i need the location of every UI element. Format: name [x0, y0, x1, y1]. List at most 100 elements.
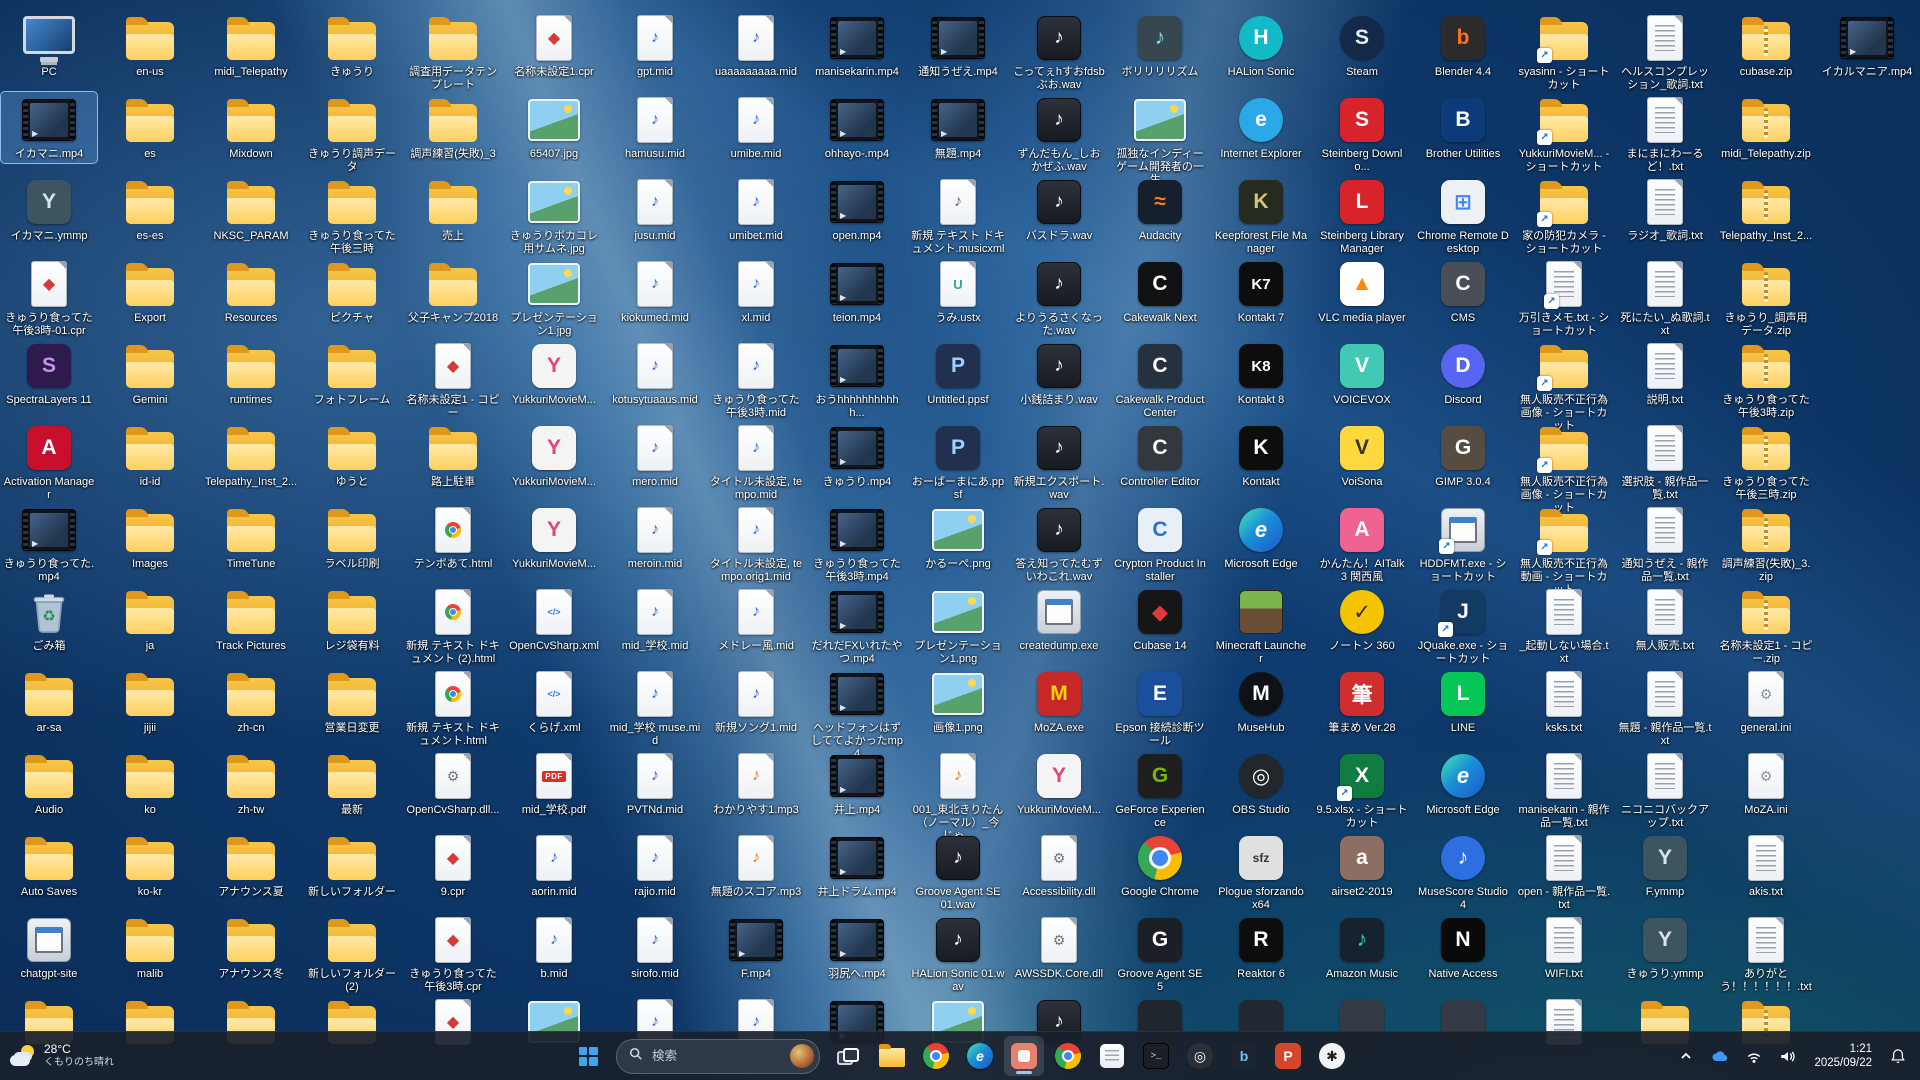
weather-widget[interactable]: 28°C くもりのち晴れ: [10, 1032, 114, 1080]
desktop-icon[interactable]: Mixdown: [203, 92, 299, 163]
desktop-icon[interactable]: CCrypton Product Installer: [1112, 502, 1208, 586]
desktop-icon[interactable]: 路上駐車: [405, 420, 501, 491]
taskbar-search[interactable]: [616, 1039, 820, 1074]
desktop-icon[interactable]: ksks.txt: [1516, 666, 1612, 737]
desktop-icon[interactable]: だれだFXいれたやつ.mp4: [809, 584, 905, 668]
desktop-icon[interactable]: manisekarin - 親作品一覧.txt: [1516, 748, 1612, 832]
taskbar-chatgpt[interactable]: ✱: [1312, 1036, 1352, 1076]
desktop-icon[interactable]: YYukkuriMovieM...: [1011, 748, 1107, 819]
desktop-icon[interactable]: KKeepforest File Manager: [1213, 174, 1309, 258]
desktop-icon[interactable]: ♪タイトル未設定, tempo.mid: [708, 420, 804, 504]
desktop-icon[interactable]: ヘルスコンプレッション_歌詞.txt: [1617, 10, 1713, 94]
desktop-icon[interactable]: Gemini: [102, 338, 198, 409]
taskbar-app-b[interactable]: b: [1224, 1036, 1264, 1076]
wifi-icon[interactable]: [1738, 1036, 1770, 1076]
desktop-icon[interactable]: ♪答え知ってたむずいわこれ.wav: [1011, 502, 1107, 586]
desktop-icon[interactable]: id-id: [102, 420, 198, 491]
desktop-icon[interactable]: きゅうり調声データ: [304, 92, 400, 176]
desktop-icon[interactable]: CCakewalk Product Center: [1112, 338, 1208, 422]
desktop-icon[interactable]: eInternet Explorer: [1213, 92, 1309, 163]
desktop-icon[interactable]: DDiscord: [1415, 338, 1511, 409]
taskbar-app-p[interactable]: P: [1268, 1036, 1308, 1076]
desktop-icon[interactable]: ♪Groove Agent SE 01.wav: [910, 830, 1006, 914]
desktop-icon[interactable]: 新しいフォルダー (2): [304, 912, 400, 996]
desktop-icon[interactable]: J↗JQuake.exe - ショートカット: [1415, 584, 1511, 668]
desktop-icon[interactable]: YYukkuriMovieM...: [506, 502, 602, 573]
desktop-icon[interactable]: アナウンス夏: [203, 830, 299, 901]
desktop-icon[interactable]: きゅうり.mp4: [809, 420, 905, 491]
desktop-icon[interactable]: 無人販売.txt: [1617, 584, 1713, 655]
desktop-icon[interactable]: ニコニコバックアップ.txt: [1617, 748, 1713, 832]
desktop-icon[interactable]: きゅうり食ってた.mp4: [1, 502, 97, 586]
desktop-icon[interactable]: ♪mid_学校.mid: [607, 584, 703, 655]
desktop-icon[interactable]: MMoZA.exe: [1011, 666, 1107, 737]
desktop-icon[interactable]: es-es: [102, 174, 198, 245]
desktop-icon[interactable]: きゅうり_調声用データ.zip: [1718, 256, 1814, 340]
desktop-icon[interactable]: Minecraft Launcher: [1213, 584, 1309, 668]
desktop-icon[interactable]: ♪無題のスコア.mp3: [708, 830, 804, 901]
desktop-icon[interactable]: 調査用データテンプレート: [405, 10, 501, 94]
desktop-icon[interactable]: open.mp4: [809, 174, 905, 245]
desktop-icon[interactable]: きゅうり食ってた午後三時: [304, 174, 400, 258]
desktop-icon[interactable]: Telepathy_Inst_2...: [1718, 174, 1814, 245]
desktop-icon[interactable]: aairset2-2019: [1314, 830, 1410, 901]
desktop-icon[interactable]: YYukkuriMovieM...: [506, 338, 602, 409]
desktop-icon[interactable]: ⚙AWSSDK.Core.dll: [1011, 912, 1107, 983]
desktop-icon[interactable]: Export: [102, 256, 198, 327]
desktop-icon[interactable]: ⚙Accessibility.dll: [1011, 830, 1107, 901]
desktop-icon[interactable]: ↗syasinn - ショートカット: [1516, 10, 1612, 94]
desktop-icon[interactable]: ♻ごみ箱: [1, 584, 97, 655]
desktop-icon[interactable]: ♪sirofo.mid: [607, 912, 703, 983]
desktop-icon[interactable]: PUntitled.ppsf: [910, 338, 1006, 409]
desktop-icon[interactable]: ♪mero.mid: [607, 420, 703, 491]
desktop-icon[interactable]: ♪新規 テキスト ドキュメント.musicxml: [910, 174, 1006, 258]
desktop-icon[interactable]: 調声練習(失敗)_3: [405, 92, 501, 163]
tray-chevron-icon[interactable]: [1670, 1036, 1702, 1076]
desktop-icon[interactable]: ◆きゅうり食ってた午後3時-01.cpr: [1, 256, 97, 340]
desktop-icon[interactable]: YYukkuriMovieM...: [506, 420, 602, 491]
desktop-icon[interactable]: きゅうり食ってた午後三時.zip: [1718, 420, 1814, 504]
taskbar-notes[interactable]: [1092, 1036, 1132, 1076]
desktop-icon[interactable]: Aかんたん！AITalk 3 関西風: [1314, 502, 1410, 586]
desktop-icon[interactable]: ⚙OpenCvSharp.dll...: [405, 748, 501, 819]
desktop-icon[interactable]: Telepathy_Inst_2...: [203, 420, 299, 491]
desktop-icon[interactable]: open - 親作品一覧.txt: [1516, 830, 1612, 914]
desktop-icon[interactable]: ラベル印刷: [304, 502, 400, 573]
desktop-icon[interactable]: ✓ノートン 360: [1314, 584, 1410, 655]
desktop-icon[interactable]: _起動しない場合.txt: [1516, 584, 1612, 668]
desktop-icon[interactable]: ◆Cubase 14: [1112, 584, 1208, 655]
desktop-icon[interactable]: ko: [102, 748, 198, 819]
desktop-icon[interactable]: ⚙MoZA.ini: [1718, 748, 1814, 819]
desktop-icon[interactable]: ♪Amazon Music: [1314, 912, 1410, 983]
desktop-icon[interactable]: テンポあて.html: [405, 502, 501, 573]
desktop-icon[interactable]: ピクチャ: [304, 256, 400, 327]
desktop-icon[interactable]: Track Pictures: [203, 584, 299, 655]
desktop-icon[interactable]: ja: [102, 584, 198, 655]
desktop-icon[interactable]: teion.mp4: [809, 256, 905, 327]
taskbar-obs[interactable]: ◎: [1180, 1036, 1220, 1076]
desktop-icon[interactable]: F.mp4: [708, 912, 804, 983]
desktop-icon[interactable]: ♪b.mid: [506, 912, 602, 983]
search-input[interactable]: [650, 1048, 783, 1064]
desktop-icon[interactable]: ◎OBS Studio: [1213, 748, 1309, 819]
desktop-icon[interactable]: zh-tw: [203, 748, 299, 819]
desktop-icon[interactable]: Audio: [1, 748, 97, 819]
desktop-icon[interactable]: ⊞Chrome Remote Desktop: [1415, 174, 1511, 258]
desktop-icon[interactable]: 営業日変更: [304, 666, 400, 737]
desktop-icon[interactable]: ♪MuseScore Studio 4: [1415, 830, 1511, 914]
desktop-icon[interactable]: ♪aorin.mid: [506, 830, 602, 901]
desktop-icon[interactable]: 新しいフォルダー: [304, 830, 400, 901]
desktop-icon[interactable]: 新規 テキスト ドキュメント.html: [405, 666, 501, 750]
desktop-icon[interactable]: きゅうり食ってた午後3時.mp4: [809, 502, 905, 586]
desktop-icon[interactable]: ♪meroin.mid: [607, 502, 703, 573]
desktop-icon[interactable]: createdump.exe: [1011, 584, 1107, 655]
taskbar-terminal[interactable]: >_: [1136, 1036, 1176, 1076]
desktop-icon[interactable]: ♪PVTNd.mid: [607, 748, 703, 819]
desktop-icon[interactable]: 井上ドラム.mp4: [809, 830, 905, 901]
desktop-icon[interactable]: 最新: [304, 748, 400, 819]
desktop-icon[interactable]: ありがとう！！！！！！.txt: [1718, 912, 1814, 996]
desktop-icon[interactable]: NNative Access: [1415, 912, 1511, 983]
desktop-icon[interactable]: ♪こってぇhすおfdsbぶお.wav: [1011, 10, 1107, 94]
desktop-icon[interactable]: ↗家の防犯カメラ - ショートカット: [1516, 174, 1612, 258]
desktop-icon[interactable]: ♪umibe.mid: [708, 92, 804, 163]
